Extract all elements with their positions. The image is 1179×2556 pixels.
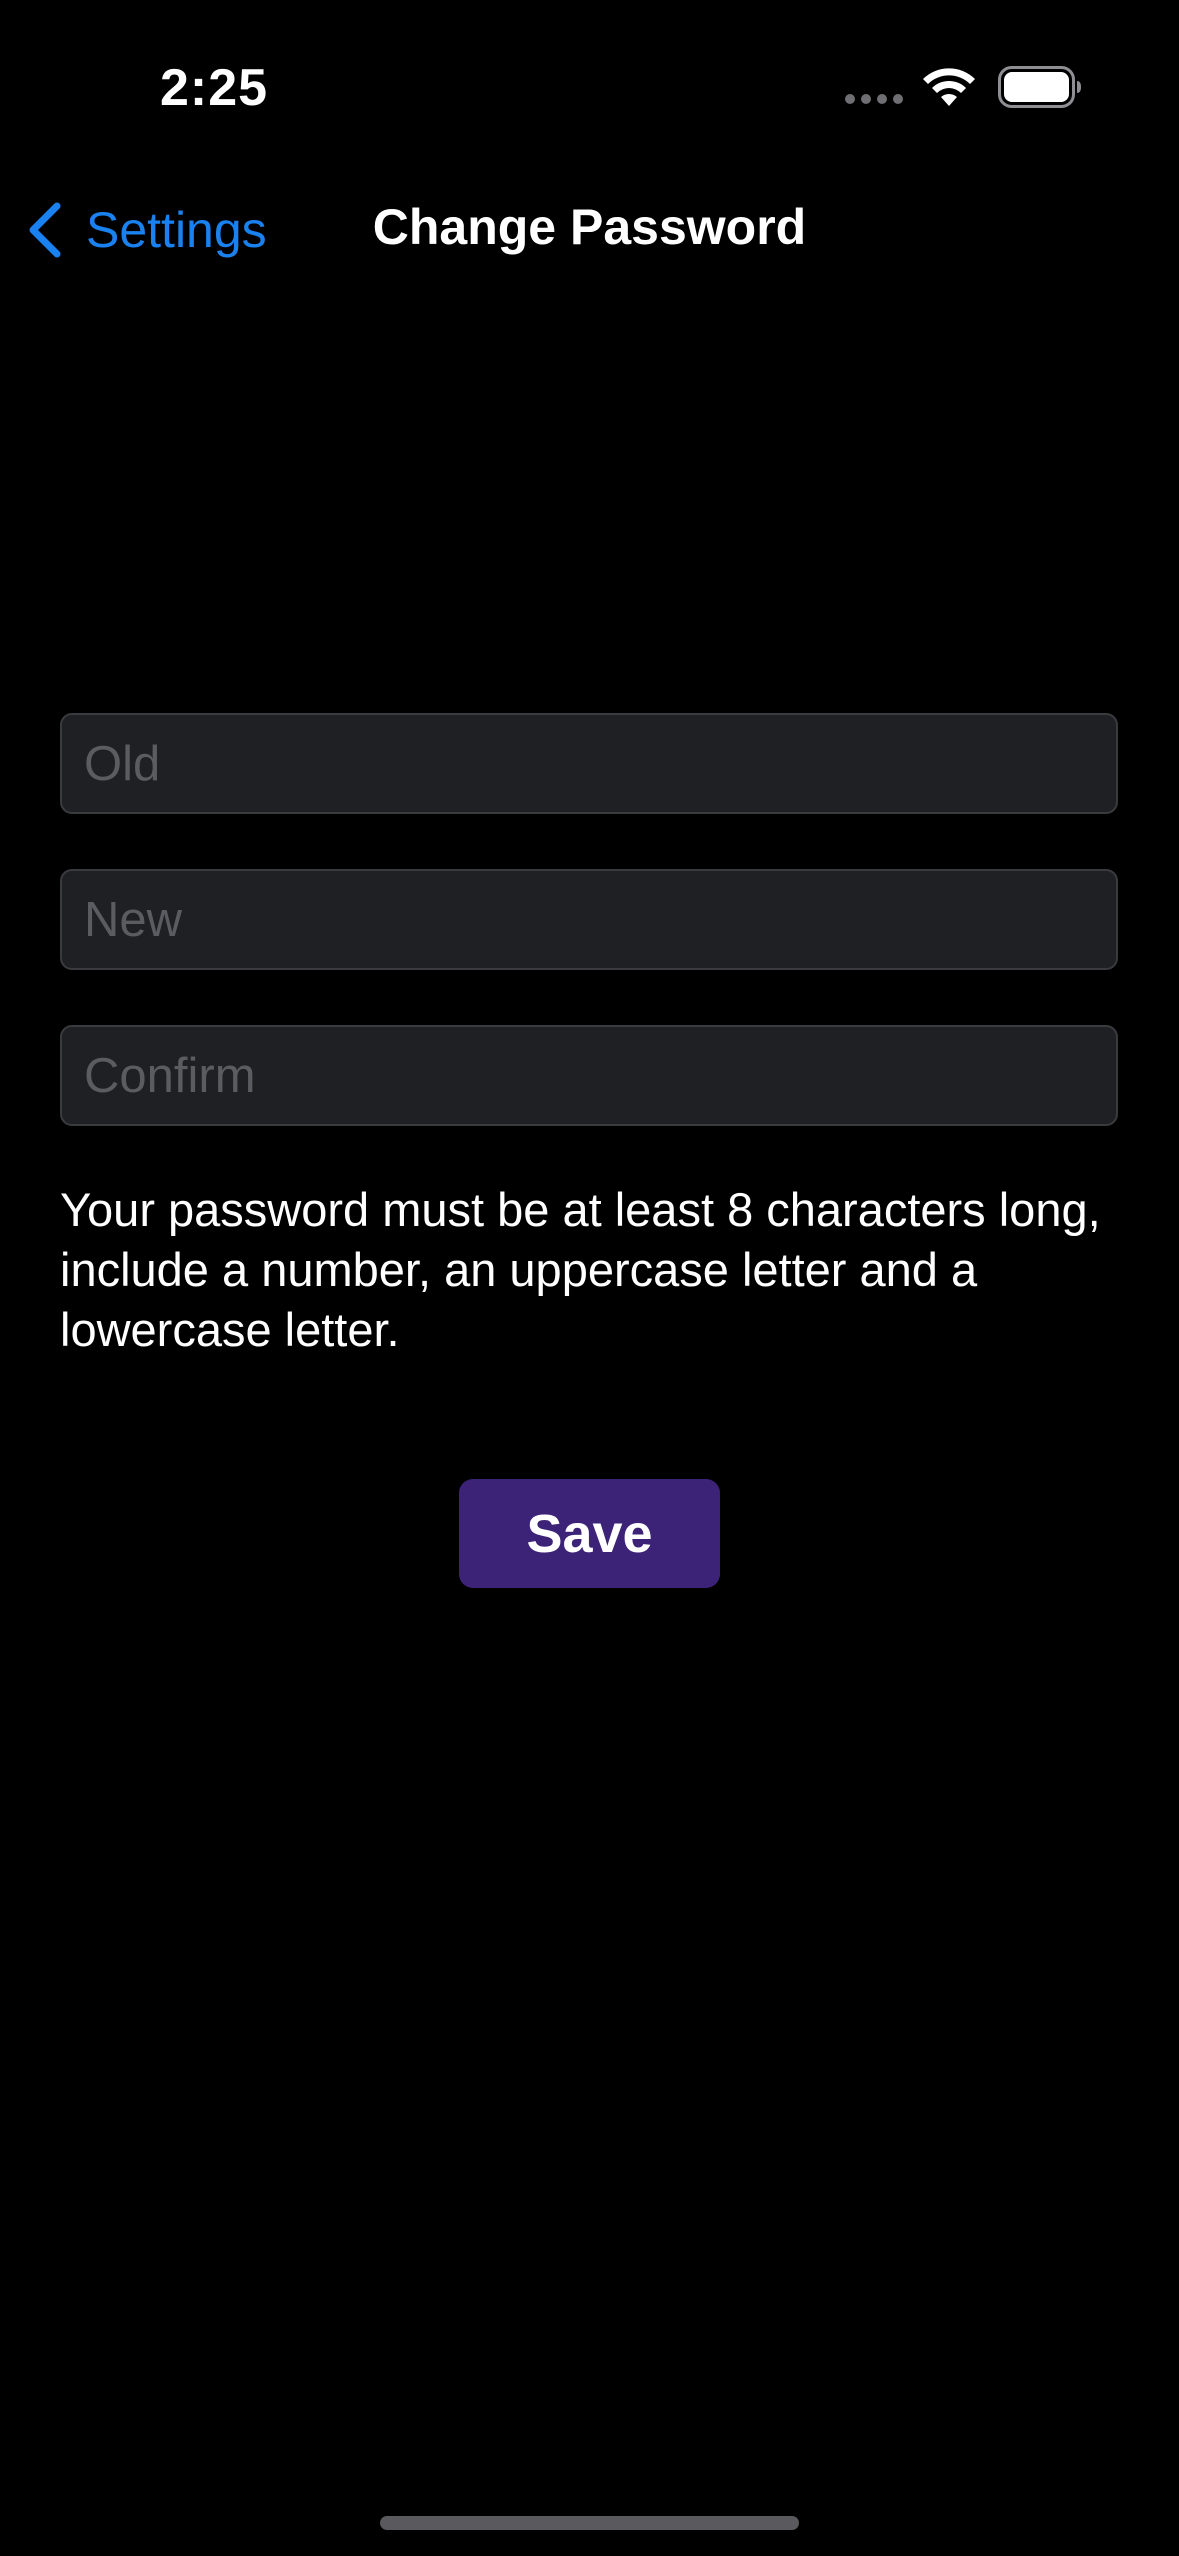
- chevron-left-icon: [29, 202, 61, 258]
- old-password-field[interactable]: [60, 713, 1118, 814]
- navigation-bar: Change Password Settings: [0, 175, 1179, 280]
- status-bar: 2:25: [0, 0, 1179, 175]
- new-password-field[interactable]: [60, 869, 1118, 970]
- old-password-input[interactable]: [62, 715, 1116, 812]
- back-button[interactable]: Settings: [24, 195, 267, 265]
- confirm-password-field[interactable]: [60, 1025, 1118, 1126]
- cellular-signal-icon: [845, 94, 905, 104]
- save-button[interactable]: Save: [459, 1479, 720, 1588]
- back-button-label: Settings: [86, 202, 267, 258]
- battery-icon: [998, 66, 1081, 108]
- wifi-icon: [923, 68, 975, 106]
- new-password-input[interactable]: [62, 871, 1116, 968]
- password-requirements-text: Your password must be at least 8 charact…: [60, 1183, 1101, 1356]
- confirm-password-input[interactable]: [62, 1027, 1116, 1124]
- status-time: 2:25: [160, 59, 269, 117]
- home-indicator[interactable]: [380, 2516, 799, 2530]
